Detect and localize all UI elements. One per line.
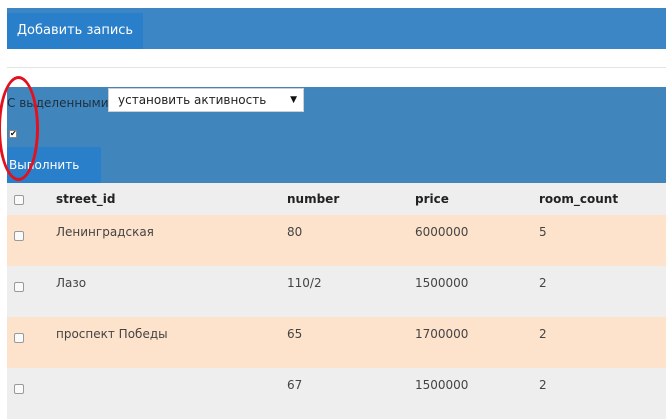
column-header[interactable]: room_count [539,183,666,215]
row-checkbox[interactable] [14,384,24,394]
row-select-cell [7,266,56,317]
add-record-button[interactable]: Добавить запись [7,13,143,49]
column-header[interactable]: price [415,183,539,215]
bulk-action-select-value: установить активность [118,93,267,107]
row-checkbox[interactable] [14,333,24,343]
cell-price: 1700000 [415,317,539,368]
cell-street-id: проспект Победы [56,317,287,368]
cell-street-id: Лазо [56,266,287,317]
cell-number: 65 [287,317,415,368]
cell-price: 6000000 [415,215,539,266]
cell-room-count: 2 [539,317,666,368]
cell-room-count: 2 [539,368,666,419]
column-header[interactable]: number [287,183,415,215]
select-all-checkbox[interactable] [14,194,24,205]
cell-number: 67 [287,368,415,419]
cell-street-id: Ленинградская [56,215,287,266]
records-table: street_id number price room_count Ленинг… [7,183,666,419]
cell-number: 80 [287,215,415,266]
row-select-cell [7,215,56,266]
table-header-row: street_id number price room_count [7,183,666,215]
cell-room-count: 2 [539,266,666,317]
table-row: проспект Победы 65 1700000 2 [7,317,666,368]
cell-street-id [56,368,287,419]
bulk-action-select[interactable]: установить активность ▼ [108,88,304,112]
table-row: 67 1500000 2 [7,368,666,419]
triangle-down-icon: ▼ [290,95,297,105]
row-select-cell [7,368,56,419]
cell-room-count: 5 [539,215,666,266]
cell-price: 1500000 [415,266,539,317]
row-select-cell [7,317,56,368]
cell-number: 110/2 [287,266,415,317]
table-row: Ленинградская 80 6000000 5 [7,215,666,266]
row-checkbox[interactable] [14,231,24,241]
divider [7,67,666,68]
cell-price: 1500000 [415,368,539,419]
row-checkbox[interactable] [14,282,24,292]
table-row: Лазо 110/2 1500000 2 [7,266,666,317]
select-all-cell [7,183,56,215]
column-header[interactable]: street_id [56,183,287,215]
